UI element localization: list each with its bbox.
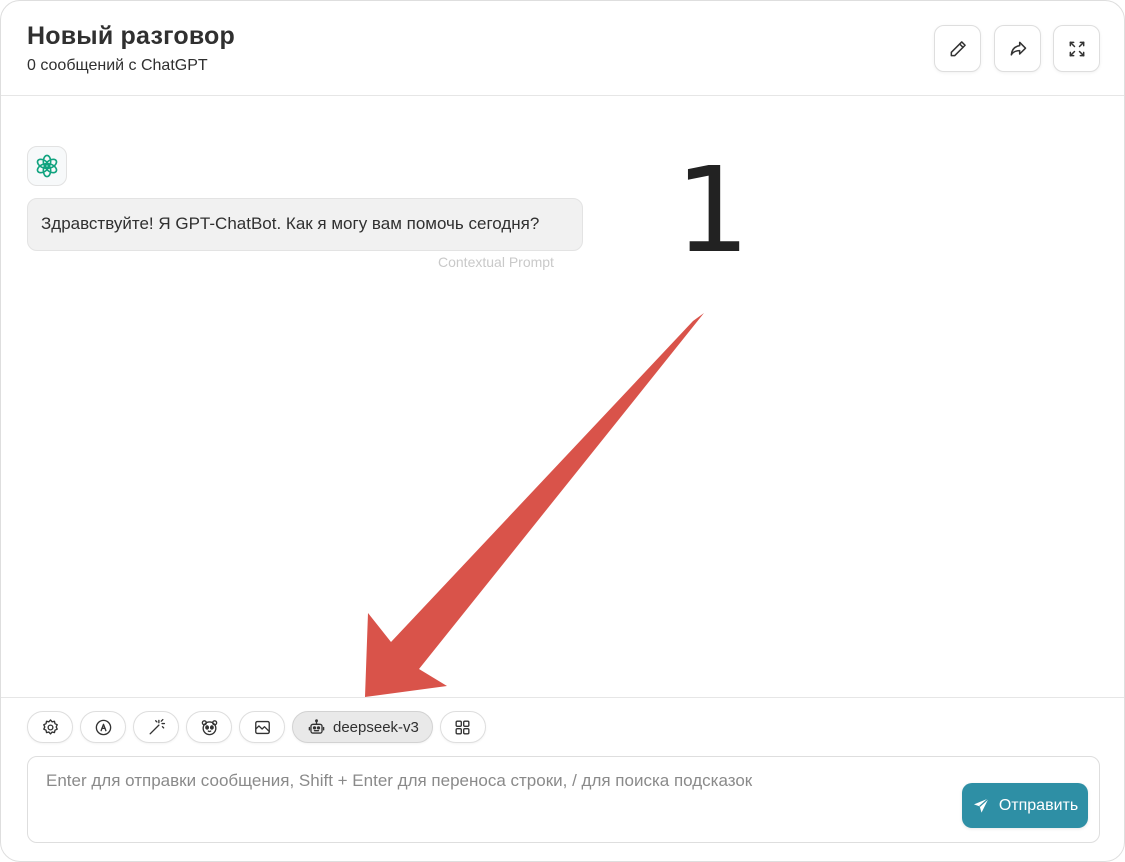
message-count-subtitle: 0 сообщений с ChatGPT [27,57,208,74]
more-plugins-button[interactable] [439,711,486,743]
fullscreen-icon [1069,41,1084,56]
apps-grid-icon [455,719,470,735]
send-button-label: Отправить [998,796,1079,814]
assistant-message-bubble: Здравствуйте! Я GPT-ChatBot. Как я могу … [27,198,583,251]
chat-header: Новый разговор 0 сообщений с ChatGPT [1,1,1124,96]
message-input-box: Отправить [27,756,1100,843]
settings-icon [42,718,58,735]
share-button[interactable] [994,25,1041,72]
input-panel: deepseek-v3 Отправить [1,697,1124,861]
prompt-templates-button[interactable] [80,711,126,743]
chat-window: Новый разговор 0 сообщений с ChatGPT Здр… [0,0,1125,862]
magic-wand-icon [148,718,165,735]
magic-button[interactable] [133,711,179,743]
send-icon [973,797,989,813]
page-title: Новый разговор [27,22,236,50]
mask-icon [201,719,217,735]
annotation-step-number: 1 [675,141,751,279]
contextual-prompt-label: Contextual Prompt [438,254,554,270]
image-icon [254,720,270,734]
masks-button[interactable] [186,711,232,743]
model-selector-button[interactable]: deepseek-v3 [292,711,433,743]
share-icon [1010,41,1026,56]
chat-settings-button[interactable] [27,711,73,743]
prompt-icon [95,719,111,735]
edit-icon [950,40,966,56]
model-name-label: deepseek-v3 [333,718,419,736]
send-button[interactable]: Отправить [962,783,1088,828]
image-upload-button[interactable] [239,711,285,743]
bot-avatar [27,146,67,186]
fullscreen-button[interactable] [1053,25,1100,72]
edit-title-button[interactable] [934,25,981,72]
chat-toolbar: deepseek-v3 [27,711,486,743]
message-input[interactable] [28,757,1099,842]
chatgpt-logo-icon [36,154,58,178]
robot-icon [308,718,325,734]
